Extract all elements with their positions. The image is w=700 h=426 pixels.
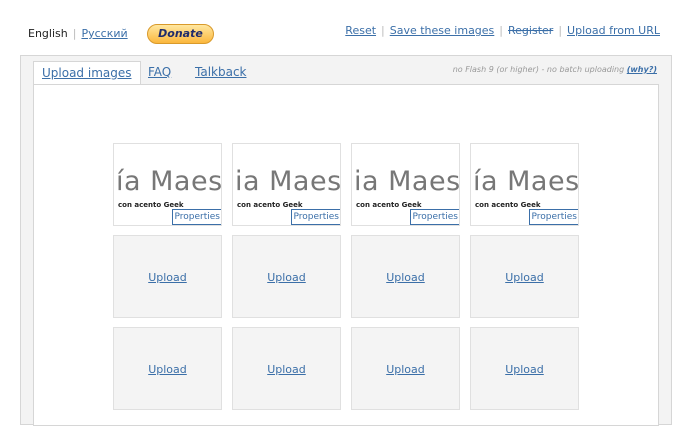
upload-slot: Upload xyxy=(470,235,579,318)
upload-link[interactable]: Upload xyxy=(233,363,340,376)
reset-link[interactable]: Reset xyxy=(345,24,376,37)
upload-link[interactable]: Upload xyxy=(114,363,221,376)
upload-slot: Upload xyxy=(113,327,222,410)
language-russian-link[interactable]: Русский xyxy=(81,27,127,40)
image-slot-2[interactable]: ia Maes con acento Geek Properties xyxy=(232,143,341,226)
image-grid: ía Maes con acento Geek Properties ia Ma… xyxy=(33,84,659,426)
flash-note-text: no Flash 9 (or higher) - no batch upload… xyxy=(452,65,625,74)
donate-button[interactable]: Donate xyxy=(147,24,214,44)
thumbnail-text: ia Maes xyxy=(354,166,460,197)
upload-slot: Upload xyxy=(351,327,460,410)
upload-link[interactable]: Upload xyxy=(233,271,340,284)
upload-link[interactable]: Upload xyxy=(471,271,578,284)
tab-faq[interactable]: FAQ xyxy=(148,65,171,79)
upload-from-url-link[interactable]: Upload from URL xyxy=(567,24,660,37)
upload-slot: Upload xyxy=(232,235,341,318)
tab-talkback[interactable]: Talkback xyxy=(195,65,247,79)
thumbnail-subtext: con acento Geek xyxy=(118,201,184,209)
upload-link[interactable]: Upload xyxy=(471,363,578,376)
upload-slot: Upload xyxy=(470,327,579,410)
image-slot-3[interactable]: ia Maes con acento Geek Properties xyxy=(351,143,460,226)
thumbnail-subtext: con acento Geek xyxy=(356,201,422,209)
why-link[interactable]: (why?) xyxy=(627,65,657,74)
top-links: Reset | Save these images | Register | Upload … xyxy=(345,24,660,37)
flash-note: no Flash 9 (or higher) - no batch upload… xyxy=(453,65,657,74)
properties-button[interactable]: Properties xyxy=(409,209,459,225)
upload-slot: Upload xyxy=(113,235,222,318)
properties-button[interactable]: Properties xyxy=(528,209,578,225)
image-slot-1[interactable]: ía Maes con acento Geek Properties xyxy=(113,143,222,226)
upload-slot: Upload xyxy=(351,235,460,318)
upload-slot: Upload xyxy=(232,327,341,410)
image-slot-4[interactable]: ía Maes con acento Geek Properties xyxy=(470,143,579,226)
save-images-link[interactable]: Save these images xyxy=(390,24,495,37)
properties-button[interactable]: Properties xyxy=(290,209,340,225)
tab-upload-images[interactable]: Upload images xyxy=(33,61,141,86)
upload-link[interactable]: Upload xyxy=(114,271,221,284)
language-switcher: English | Русский xyxy=(28,27,128,40)
thumbnail-subtext: con acento Geek xyxy=(237,201,303,209)
upload-link[interactable]: Upload xyxy=(352,363,459,376)
register-link[interactable]: Register xyxy=(508,24,553,37)
tab-bar: Upload images FAQ Talkback no Flash 9 (o… xyxy=(21,56,671,86)
thumbnail-text: ía Maes xyxy=(473,166,579,197)
upload-panel: Upload images FAQ Talkback no Flash 9 (o… xyxy=(20,55,672,426)
upload-link[interactable]: Upload xyxy=(352,271,459,284)
properties-button[interactable]: Properties xyxy=(171,209,221,225)
thumbnail-text: ia Maes xyxy=(235,166,341,197)
thumbnail-text: ía Maes xyxy=(116,166,222,197)
language-current: English xyxy=(28,27,68,40)
top-bar: English | Русский Donate Reset | Save these … xyxy=(0,0,700,60)
thumbnail-subtext: con acento Geek xyxy=(475,201,541,209)
